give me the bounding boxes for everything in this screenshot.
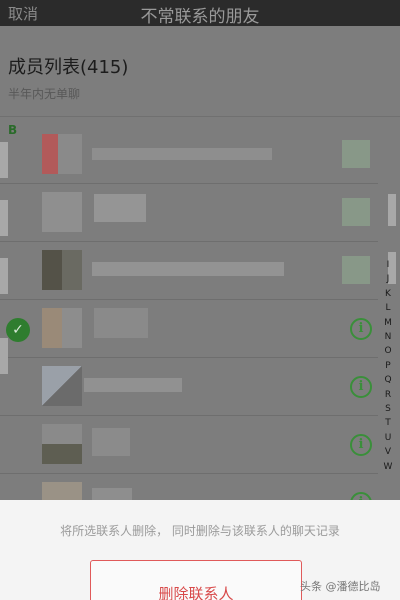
info-icon[interactable]: i: [350, 492, 372, 500]
check-icon[interactable]: ✓: [6, 318, 30, 342]
side-handle: [0, 200, 8, 236]
alphabet-letter[interactable]: N: [381, 330, 395, 344]
alphabet-letter[interactable]: J: [381, 272, 395, 286]
avatar: [42, 366, 82, 406]
blurred-name: [92, 428, 130, 456]
blurred-name: [92, 262, 284, 276]
info-icon[interactable]: i: [350, 376, 372, 398]
info-icon[interactable]: i: [350, 318, 372, 340]
avatar: [42, 482, 82, 500]
alphabet-letter[interactable]: R: [381, 388, 395, 402]
info-icon[interactable]: i: [350, 434, 372, 456]
delete-note: 将所选联系人删除， 同时删除与该联系人的聊天记录: [60, 524, 340, 538]
alphabet-letter[interactable]: S: [381, 402, 395, 416]
side-handle: [0, 258, 8, 294]
avatar: [42, 308, 82, 348]
avatar: [42, 134, 82, 174]
side-handle: [388, 194, 396, 226]
blurred-icon: [342, 140, 370, 168]
divider: [0, 116, 400, 117]
contact-row[interactable]: ✓ i: [0, 300, 378, 358]
alphabet-letter[interactable]: I: [381, 258, 395, 272]
blurred-name: [94, 308, 148, 338]
alphabet-letter[interactable]: V: [381, 445, 395, 459]
contact-row[interactable]: i: [0, 474, 378, 500]
blurred-icon: [342, 256, 370, 284]
alphabet-letter[interactable]: T: [381, 416, 395, 430]
alphabet-letter[interactable]: U: [381, 431, 395, 445]
alphabet-letter[interactable]: P: [381, 359, 395, 373]
blurred-name: [92, 488, 132, 500]
avatar: [42, 424, 82, 464]
alphabet-letter[interactable]: L: [381, 301, 395, 315]
contact-row[interactable]: i: [0, 416, 378, 474]
contact-row[interactable]: i: [0, 358, 378, 416]
member-list-subtitle: 半年内无单聊: [8, 87, 81, 101]
alphabet-index[interactable]: I J K L M N O P Q R S T U V W: [381, 258, 395, 474]
alphabet-letter[interactable]: O: [381, 344, 395, 358]
delete-contacts-button[interactable]: 删除联系人: [90, 560, 302, 600]
side-handle: [0, 142, 8, 178]
watermark-text: 头条 @潘德比岛: [300, 580, 381, 593]
member-list-page: 成员列表(415) 半年内无单聊 B ✓ i i i I J K L M N O…: [0, 26, 400, 500]
contact-row[interactable]: [0, 242, 378, 300]
page-title: 不常联系的朋友: [140, 7, 260, 27]
alphabet-letter[interactable]: M: [381, 316, 395, 330]
blurred-icon: [342, 198, 370, 226]
nav-bar: 取消 不常联系的朋友: [0, 0, 400, 27]
contact-row[interactable]: [0, 126, 378, 184]
member-list-header: 成员列表(415): [8, 57, 129, 78]
alphabet-letter[interactable]: Q: [381, 373, 395, 387]
blurred-name: [94, 194, 146, 222]
alphabet-letter[interactable]: K: [381, 287, 395, 301]
contact-row[interactable]: [0, 184, 378, 242]
avatar: [42, 192, 82, 232]
blurred-name: [92, 148, 272, 160]
watermark: 头条 @潘德比岛: [300, 578, 381, 594]
blurred-name: [84, 378, 182, 392]
alphabet-letter[interactable]: W: [381, 460, 395, 474]
avatar: [42, 250, 82, 290]
side-handle: [0, 338, 8, 374]
